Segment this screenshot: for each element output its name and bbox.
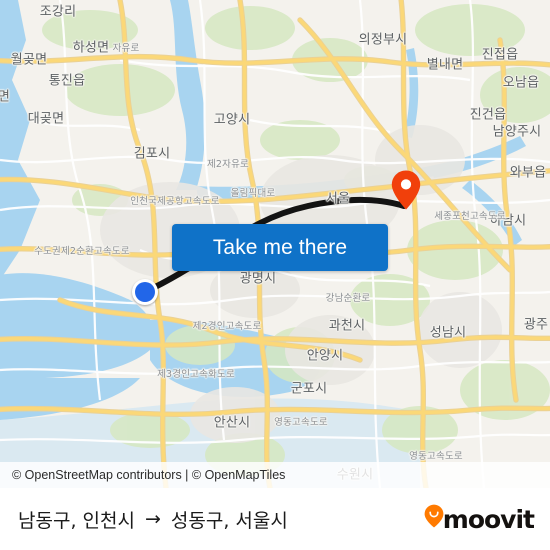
route-summary: 남동구, 인천시 → 성동구, 서울시 (18, 506, 288, 533)
footer-bar: 남동구, 인천시 → 성동구, 서울시 moovit (0, 488, 550, 550)
origin-marker-dot (135, 282, 155, 302)
destination-pin-glyph (391, 170, 421, 210)
moovit-wordmark: moovit (442, 505, 535, 534)
route-origin-label: 남동구, 인천시 (18, 510, 135, 532)
moovit-pin-icon (424, 504, 444, 527)
take-me-there-button[interactable]: Take me there (172, 224, 388, 271)
map-attribution-text[interactable]: © OpenStreetMap contributors | © OpenMap… (12, 468, 285, 482)
arrow-right-icon: → (144, 508, 161, 530)
map-canvas[interactable]: 조강리 하성면 월곶면 통진읍 대곶면 면 자유로 김포시 고양시 제2자유로 올림픽대로 인천국제공… (0, 0, 550, 488)
map-attribution-bar: © OpenStreetMap contributors | © OpenMap… (0, 462, 550, 488)
route-destination-label: 성동구, 서울시 (170, 510, 288, 532)
origin-marker[interactable] (132, 279, 158, 305)
moovit-map-screen: 조강리 하성면 월곶면 통진읍 대곶면 면 자유로 김포시 고양시 제2자유로 올림픽대로 인천국제공… (0, 0, 550, 550)
destination-pin-icon[interactable] (391, 170, 421, 210)
moovit-logo[interactable]: moovit (424, 504, 535, 536)
